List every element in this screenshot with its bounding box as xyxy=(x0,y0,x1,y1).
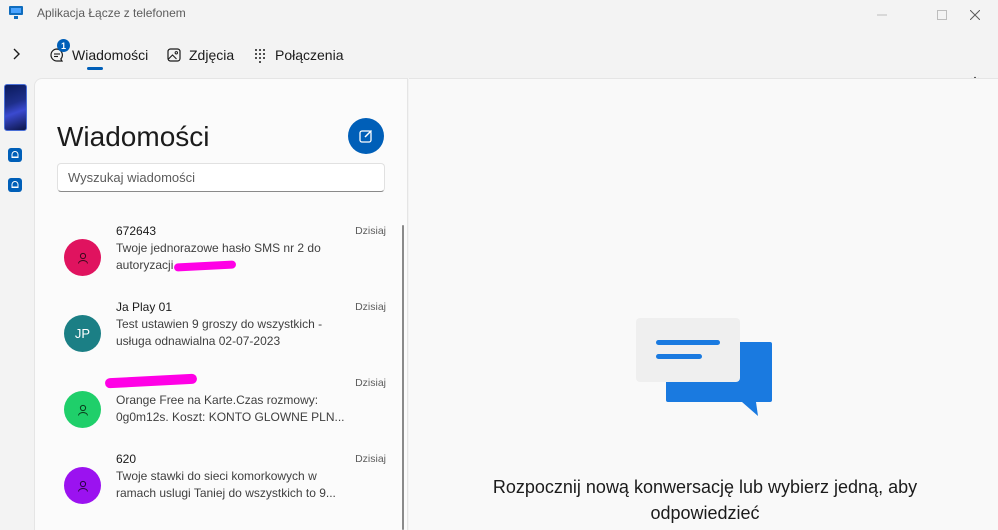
chat-bubbles-illustration xyxy=(636,318,772,418)
notifications-secondary-button[interactable] xyxy=(8,178,22,192)
conversation-item[interactable]: 620 Dzisiaj Twoje stawki do sieci komork… xyxy=(50,452,390,524)
tab-photos-label: Zdjęcia xyxy=(189,47,235,63)
empty-state-message: Rozpocznij nową konwersację lub wybierz … xyxy=(492,477,918,523)
tab-calls-label: Połączenia xyxy=(275,47,344,63)
conversation-preview: Twoje jednorazowe hasło SMS nr 2 do auto… xyxy=(116,241,321,272)
search-input[interactable] xyxy=(57,163,385,192)
person-icon xyxy=(77,480,88,492)
conversation-date: Dzisiaj xyxy=(355,377,386,389)
avatar: JP xyxy=(64,315,101,352)
avatar-initials: JP xyxy=(74,326,91,341)
minimize-button[interactable] xyxy=(859,0,905,30)
conversation-preview: Test ustawien 9 groszy do wszystkich - u… xyxy=(116,317,323,348)
device-rail xyxy=(0,78,32,530)
conversation-name: Ja Play 01 xyxy=(116,300,173,314)
avatar xyxy=(64,467,101,504)
bell-icon xyxy=(11,151,19,158)
expand-pane-button[interactable] xyxy=(6,43,26,65)
tab-messages-label: Wiadomości xyxy=(72,47,149,63)
bell-icon xyxy=(11,181,19,188)
conversation-name: 672643 xyxy=(116,224,157,238)
dialpad-icon xyxy=(251,46,269,64)
person-icon xyxy=(77,252,88,264)
nav-bar: Wiadomości Zdjęcia Połączenia xyxy=(0,30,998,92)
conversation-item[interactable]: 672643 Dzisiaj Twoje jednorazowe hasło S… xyxy=(50,224,390,296)
conversation-item[interactable]: Dzisiaj Orange Free na Karte.Czas rozmow… xyxy=(50,373,390,448)
notifications-button[interactable] xyxy=(8,148,22,162)
unread-badge: 1 xyxy=(57,39,70,52)
conversation-preview: Twoje stawki do sieci komorkowych w rama… xyxy=(116,469,336,500)
conversation-detail-pane xyxy=(409,78,998,530)
avatar xyxy=(64,239,101,276)
conversation-date: Dzisiaj xyxy=(355,225,386,237)
compose-icon xyxy=(359,129,373,143)
title-bar: Aplikacja Łącze z telefonem xyxy=(0,0,998,30)
conversation-name: 620 xyxy=(116,452,137,466)
tab-photos[interactable]: Zdjęcia xyxy=(165,42,234,68)
phone-link-app-icon xyxy=(8,4,24,20)
new-message-button[interactable] xyxy=(348,118,384,154)
conversation-preview: Orange Free na Karte.Czas rozmowy: 0g0m1… xyxy=(116,393,345,424)
person-icon xyxy=(77,404,88,416)
phone-thumbnail[interactable] xyxy=(4,84,27,131)
conversation-date: Dzisiaj xyxy=(355,301,386,313)
page-title: Wiadomości xyxy=(57,121,210,152)
photos-icon xyxy=(165,46,183,64)
window-title: Aplikacja Łącze z telefonem xyxy=(37,6,186,20)
list-scrollbar[interactable] xyxy=(402,225,404,530)
avatar xyxy=(64,391,101,428)
tab-calls[interactable]: Połączenia xyxy=(251,42,344,68)
conversation-item[interactable]: JP Ja Play 01 Dzisiaj Test ustawien 9 gr… xyxy=(50,300,390,372)
chevron-right-icon xyxy=(13,48,20,60)
conversation-date: Dzisiaj xyxy=(355,453,386,465)
close-button[interactable] xyxy=(952,0,998,30)
active-tab-indicator xyxy=(87,67,103,70)
redaction-mark xyxy=(104,373,198,389)
